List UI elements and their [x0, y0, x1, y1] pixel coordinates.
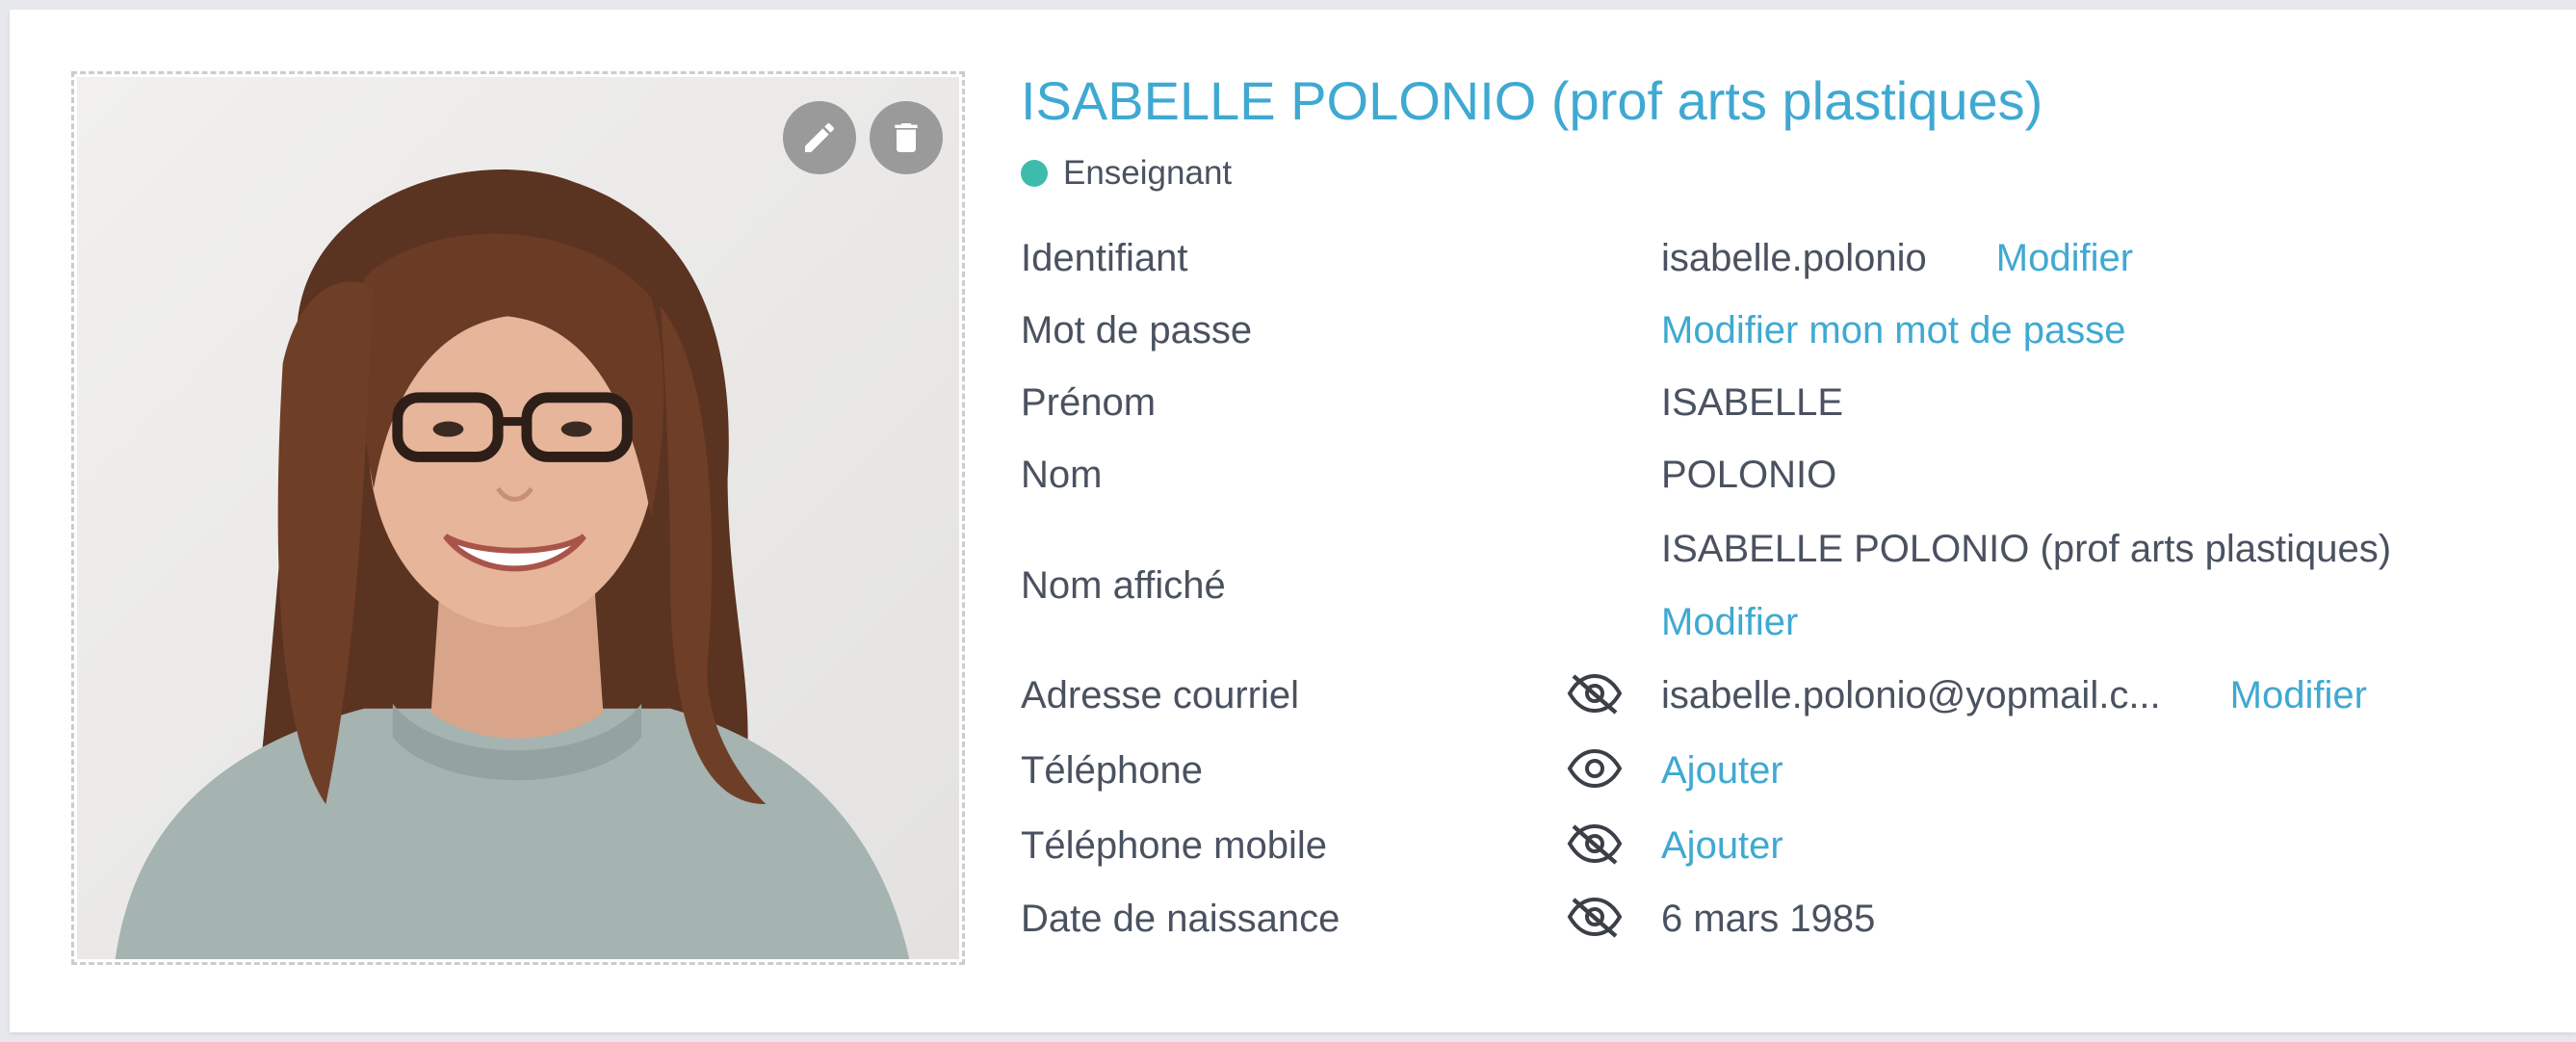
add-telephone-link[interactable]: Ajouter — [1661, 749, 1783, 793]
modify-identifiant-link[interactable]: Modifier — [1996, 237, 2133, 279]
visibility-toggle[interactable] — [1566, 672, 1624, 715]
profile-photo-frame — [71, 71, 965, 965]
field-label: Identifiant — [1021, 237, 1188, 279]
eye-off-icon — [1567, 897, 1623, 938]
eye-icon — [1567, 748, 1623, 789]
courriel-value: isabelle.polonio@yopmail.c... — [1661, 674, 2161, 716]
field-value: isabelle.polonio Modifier — [1661, 237, 2133, 280]
modify-nom-affiche-link[interactable]: Modifier — [1661, 601, 1798, 644]
page-title: ISABELLE POLONIO (prof arts plastiques) — [1021, 70, 2043, 131]
add-telephone-mobile-link[interactable]: Ajouter — [1661, 824, 1783, 868]
role-label: Enseignant — [1063, 154, 1233, 192]
nom-value: POLONIO — [1661, 454, 1837, 496]
field-label: Nom — [1021, 454, 1103, 496]
modify-courriel-link[interactable]: Modifier — [2230, 674, 2367, 716]
delete-photo-button[interactable] — [870, 101, 943, 174]
role-badge: Enseignant — [1021, 154, 1232, 193]
nom-affiche-value: ISABELLE POLONIO (prof arts plastiques) — [1661, 528, 2392, 570]
field-label: Prénom — [1021, 381, 1157, 424]
field-label: Mot de passe — [1021, 309, 1253, 352]
field-label: Téléphone — [1021, 749, 1204, 792]
eye-off-icon — [1567, 823, 1623, 865]
field-label: Date de naissance — [1021, 898, 1340, 940]
field-label: Téléphone mobile — [1021, 824, 1327, 867]
date-naissance-value: 6 mars 1985 — [1661, 898, 1876, 940]
visibility-toggle[interactable] — [1566, 896, 1624, 938]
status-dot-icon — [1021, 160, 1048, 187]
identifiant-value: isabelle.polonio — [1661, 237, 1927, 279]
modify-password-link[interactable]: Modifier mon mot de passe — [1661, 309, 2125, 352]
field-label: Adresse courriel — [1021, 674, 1300, 716]
visibility-toggle[interactable] — [1566, 747, 1624, 790]
eye-off-icon — [1567, 673, 1623, 715]
field-label: Nom affiché — [1021, 564, 1226, 607]
visibility-toggle[interactable] — [1566, 822, 1624, 865]
profile-card: ISABELLE POLONIO (prof arts plastiques) … — [10, 10, 2576, 1032]
field-value: isabelle.polonio@yopmail.c... Modifier — [1661, 674, 2367, 717]
edit-photo-button[interactable] — [783, 101, 856, 174]
prenom-value: ISABELLE — [1661, 381, 1844, 424]
profile-photo — [77, 77, 959, 959]
pencil-icon — [805, 122, 834, 152]
trash-icon — [895, 123, 918, 152]
